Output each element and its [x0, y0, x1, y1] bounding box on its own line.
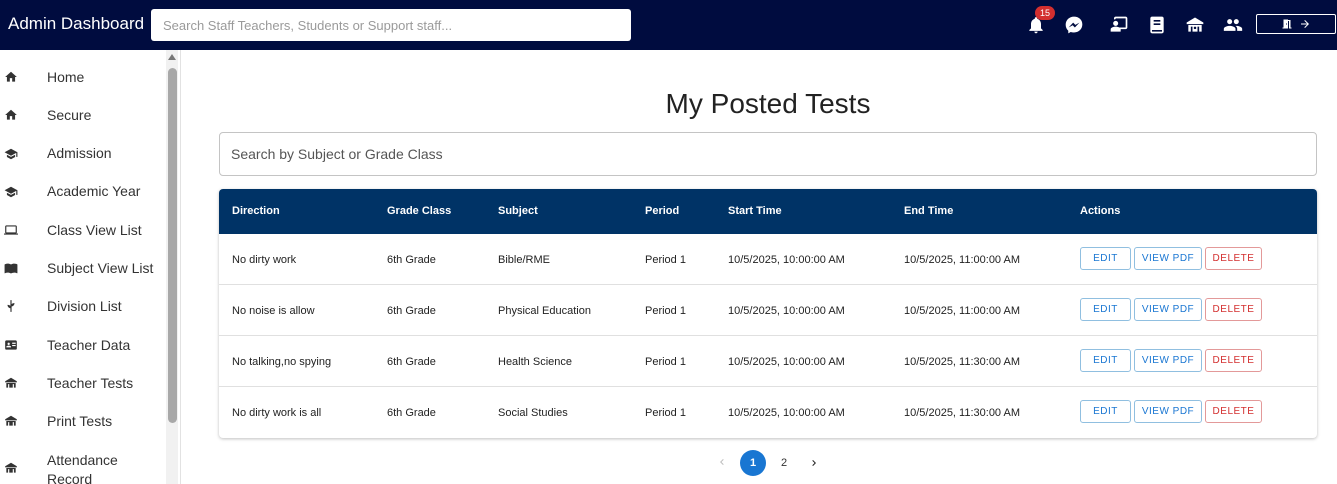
cell-start-time: 10/5/2025, 10:00:00 AM — [728, 356, 845, 368]
notification-badge: 15 — [1035, 6, 1056, 20]
messenger-icon[interactable] — [1063, 14, 1085, 36]
teacher-board-icon[interactable] — [1108, 14, 1130, 36]
page-title: My Posted Tests — [665, 88, 871, 119]
view-pdf-button[interactable]: VIEW PDF — [1134, 400, 1202, 423]
sidebar-item-label: Secure — [47, 107, 92, 123]
sidebar-item-label: Admission — [47, 145, 112, 161]
cell-end-time: 10/5/2025, 11:30:00 AM — [904, 356, 1020, 368]
plant-icon — [4, 299, 18, 313]
cell-period: Period 1 — [645, 407, 686, 419]
top-app-bar: Admin Dashboard 15 — [0, 0, 1337, 50]
sidebar-item-label: Class View List — [47, 222, 142, 238]
column-header: Start Time — [728, 205, 782, 217]
cell-period: Period 1 — [645, 254, 686, 266]
laptop-icon — [4, 223, 18, 237]
cell-period: Period 1 — [645, 356, 686, 368]
scroll-up-arrow-icon[interactable] — [168, 54, 176, 60]
delete-button[interactable]: DELETE — [1205, 349, 1262, 372]
delete-button[interactable]: DELETE — [1205, 400, 1262, 423]
cell-direction: No talking,no spying — [232, 356, 332, 368]
sidebar-item-label: Home — [47, 69, 85, 85]
school-icon — [4, 461, 18, 475]
view-pdf-button[interactable]: VIEW PDF — [1134, 349, 1202, 372]
delete-button[interactable]: DELETE — [1205, 247, 1262, 270]
home-icon — [4, 70, 18, 84]
global-search-input[interactable] — [151, 9, 631, 41]
sidebar-item-label: Print Tests — [47, 413, 113, 429]
cell-end-time: 10/5/2025, 11:00:00 AM — [904, 254, 1020, 266]
column-header: Direction — [232, 205, 280, 217]
cell-end-time: 10/5/2025, 11:30:00 AM — [904, 407, 1020, 419]
id-card-icon — [4, 338, 18, 352]
logout-button[interactable] — [1256, 14, 1336, 34]
table-header: Direction Grade Class Subject Period Sta… — [219, 189, 1317, 234]
sidebar-item-label: Teacher Data — [47, 337, 131, 353]
chevron-left-icon[interactable] — [716, 455, 728, 469]
page-button-2[interactable]: 2 — [771, 450, 797, 476]
sidebar-item-label: Teacher Tests — [47, 375, 134, 391]
open-book-icon — [4, 261, 18, 275]
cell-grade-class: 6th Grade — [387, 407, 436, 419]
column-header: Subject — [498, 205, 538, 217]
table-row: No noise is allow 6th Grade Physical Edu… — [219, 285, 1317, 336]
view-pdf-button[interactable]: VIEW PDF — [1134, 298, 1202, 321]
cell-direction: No noise is allow — [232, 305, 315, 317]
edit-button[interactable]: EDIT — [1080, 298, 1131, 321]
arrow-right-icon — [1301, 20, 1309, 28]
cell-start-time: 10/5/2025, 10:00:00 AM — [728, 407, 845, 419]
door-icon — [1282, 19, 1292, 29]
cell-period: Period 1 — [645, 305, 686, 317]
cell-grade-class: 6th Grade — [387, 254, 436, 266]
sidebar-item-label: Division List — [47, 298, 122, 314]
table-row: No dirty work 6th Grade Bible/RME Period… — [219, 234, 1317, 285]
column-header: Period — [645, 205, 680, 217]
cell-start-time: 10/5/2025, 10:00:00 AM — [728, 254, 845, 266]
school-icon — [4, 376, 18, 390]
column-header: End Time — [904, 205, 954, 217]
school-icon[interactable] — [1184, 14, 1206, 36]
home-icon — [4, 108, 18, 122]
sidebar-scroll-thumb[interactable] — [168, 68, 177, 423]
edit-button[interactable]: EDIT — [1080, 400, 1131, 423]
cell-grade-class: 6th Grade — [387, 356, 436, 368]
sidebar-item-label: Subject View List — [47, 260, 154, 276]
test-search-input[interactable] — [219, 132, 1317, 176]
chevron-right-icon[interactable] — [808, 456, 820, 470]
tests-table: Direction Grade Class Subject Period Sta… — [219, 189, 1317, 438]
graduation-cap-icon — [4, 147, 18, 161]
column-header: Actions — [1080, 205, 1121, 217]
sidebar: Home Secure Admission Academic Year Clas… — [0, 50, 181, 484]
graduation-cap-icon — [4, 185, 18, 199]
cell-subject: Bible/RME — [498, 254, 550, 266]
app-title: Admin Dashboard — [8, 14, 145, 33]
cell-end-time: 10/5/2025, 11:00:00 AM — [904, 305, 1020, 317]
cell-subject: Social Studies — [498, 407, 568, 419]
cell-direction: No dirty work is all — [232, 407, 322, 419]
cell-grade-class: 6th Grade — [387, 305, 436, 317]
cell-start-time: 10/5/2025, 10:00:00 AM — [728, 305, 845, 317]
book-icon[interactable] — [1146, 14, 1168, 36]
school-icon — [4, 414, 18, 428]
view-pdf-button[interactable]: VIEW PDF — [1134, 247, 1202, 270]
cell-subject: Physical Education — [498, 305, 591, 317]
page-button-1[interactable]: 1 — [740, 450, 766, 476]
cell-direction: No dirty work — [232, 254, 297, 266]
sidebar-item-label: Academic Year — [47, 183, 141, 199]
edit-button[interactable]: EDIT — [1080, 349, 1131, 372]
cell-subject: Health Science — [498, 356, 572, 368]
sidebar-item-label: Attendance Record — [47, 452, 118, 484]
delete-button[interactable]: DELETE — [1205, 298, 1262, 321]
column-header: Grade Class — [387, 205, 452, 217]
table-row: No talking,no spying 6th Grade Health Sc… — [219, 336, 1317, 387]
edit-button[interactable]: EDIT — [1080, 247, 1131, 270]
table-row: No dirty work is all 6th Grade Social St… — [219, 387, 1317, 438]
people-icon[interactable] — [1222, 14, 1244, 36]
